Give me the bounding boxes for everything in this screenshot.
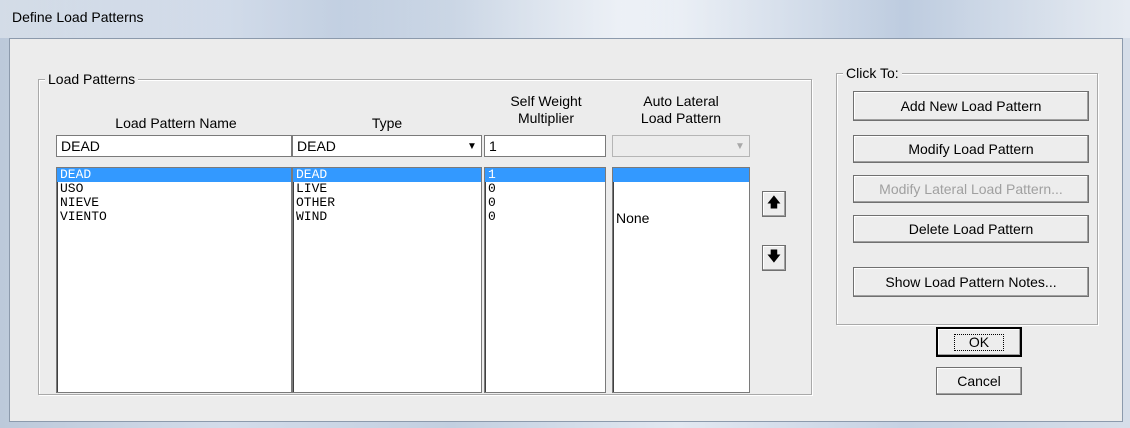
load-pattern-name-input[interactable]: DEAD — [56, 135, 292, 157]
list-item[interactable]: 1 — [485, 168, 605, 182]
window-frame: Define Load Patterns Load Patterns Load … — [0, 0, 1130, 428]
header-multiplier-line1: Self Weight — [510, 93, 582, 109]
header-auto-line2: Load Pattern — [640, 110, 722, 126]
chevron-down-icon: ▼ — [735, 140, 745, 152]
add-load-pattern-button[interactable]: Add New Load Pattern — [853, 91, 1089, 121]
header-multiplier: Self Weight Multiplier — [486, 93, 606, 127]
list-item[interactable]: DEAD — [57, 168, 291, 182]
list-item[interactable]: LIVE — [293, 182, 481, 196]
self-weight-multiplier-input[interactable]: 1 — [484, 135, 606, 157]
auto-lateral-dropdown: ▼ — [612, 135, 750, 157]
ok-label: OK — [953, 333, 1005, 351]
list-item[interactable]: OTHER — [293, 196, 481, 210]
list-auto-lateral-column[interactable]: None — [612, 167, 750, 393]
list-item[interactable]: 0 — [485, 196, 605, 210]
list-item[interactable]: NIEVE — [57, 196, 291, 210]
type-dropdown-value: DEAD — [297, 138, 336, 154]
list-item[interactable]: WIND — [293, 210, 481, 224]
cancel-button[interactable]: Cancel — [936, 367, 1022, 395]
header-name: Load Pattern Name — [115, 115, 237, 131]
arrow-up-icon: 🡅 — [766, 194, 782, 210]
list-item[interactable]: 0 — [485, 210, 605, 224]
dialog-body: Load Patterns Load Pattern Name Type Sel… — [9, 38, 1123, 422]
move-up-button[interactable]: 🡅 — [762, 191, 786, 217]
move-down-button[interactable]: 🡇 — [762, 245, 786, 271]
window-title: Define Load Patterns — [12, 9, 144, 25]
list-item[interactable]: DEAD — [293, 168, 481, 182]
list-type-column[interactable]: DEAD LIVE OTHER WIND — [292, 167, 482, 393]
modify-lateral-load-pattern-button: Modify Lateral Load Pattern... — [853, 175, 1089, 203]
list-item[interactable] — [613, 182, 749, 196]
show-load-pattern-notes-button[interactable]: Show Load Pattern Notes... — [853, 267, 1089, 297]
list-item[interactable]: VIENTO — [57, 210, 291, 224]
chevron-down-icon[interactable]: ▼ — [464, 137, 480, 155]
list-multiplier-column[interactable]: 1 0 0 0 — [484, 167, 606, 393]
header-auto-line1: Auto Lateral — [643, 93, 719, 109]
modify-load-pattern-button[interactable]: Modify Load Pattern — [853, 135, 1089, 163]
list-item[interactable] — [613, 196, 749, 210]
title-bar[interactable]: Define Load Patterns — [0, 0, 1130, 38]
arrow-down-icon: 🡇 — [766, 248, 782, 264]
load-patterns-legend: Load Patterns — [45, 71, 139, 87]
list-item[interactable]: 0 — [485, 182, 605, 196]
list-item[interactable]: None — [613, 210, 749, 226]
header-multiplier-line2: Multiplier — [517, 110, 574, 126]
list-item[interactable]: USO — [57, 182, 291, 196]
list-name-column[interactable]: DEAD USO NIEVE VIENTO — [56, 167, 292, 393]
delete-load-pattern-button[interactable]: Delete Load Pattern — [853, 215, 1089, 243]
list-item[interactable] — [613, 168, 749, 182]
click-to-legend: Click To: — [843, 65, 902, 81]
type-dropdown[interactable]: DEAD ▼ — [292, 135, 482, 157]
ok-button[interactable]: OK — [936, 327, 1022, 357]
header-auto-lateral: Auto Lateral Load Pattern — [612, 93, 750, 127]
header-type: Type — [371, 115, 403, 131]
